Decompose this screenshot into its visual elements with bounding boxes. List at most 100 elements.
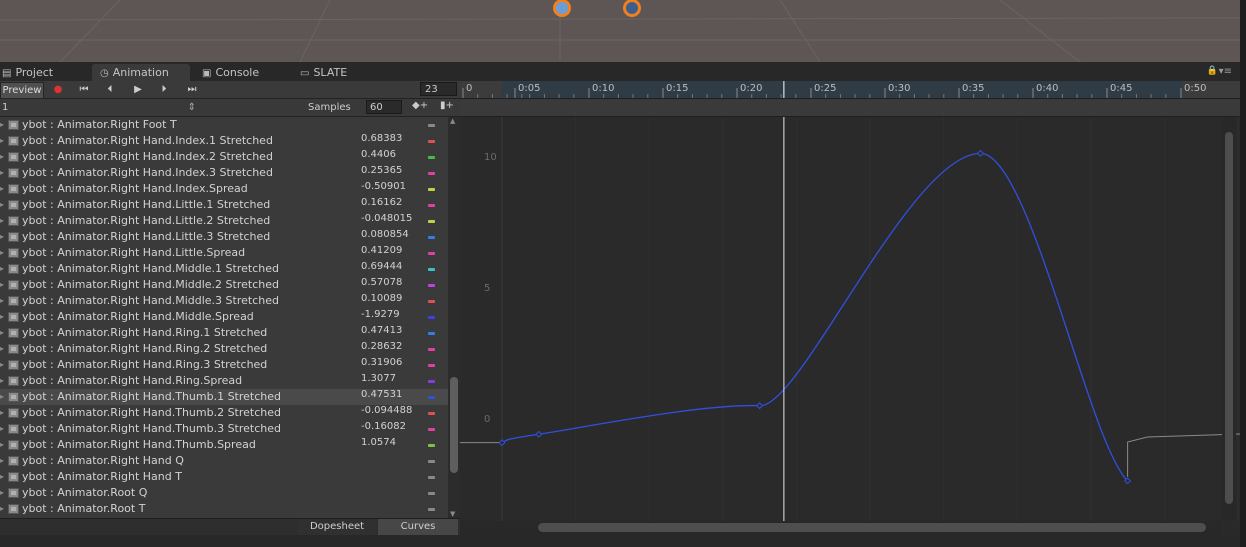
curve-color-swatch[interactable] — [428, 396, 435, 399]
property-value[interactable]: 0.080854 — [361, 227, 409, 243]
foldout-arrow-icon[interactable]: ▸ — [0, 277, 4, 293]
scrollbar-thumb[interactable] — [450, 377, 458, 473]
property-value[interactable]: 0.16162 — [361, 195, 402, 211]
property-value[interactable]: 0.69444 — [361, 259, 402, 275]
curve-color-swatch[interactable] — [428, 364, 435, 367]
foldout-arrow-icon[interactable]: ▸ — [0, 389, 4, 405]
foldout-arrow-icon[interactable]: ▸ — [0, 485, 4, 501]
foldout-arrow-icon[interactable]: ▸ — [0, 165, 4, 181]
property-row[interactable]: ▸ ybot : Animator.Right Hand Q — [0, 453, 448, 469]
tab-animation[interactable]: ◷ Animation — [92, 64, 190, 81]
curve-color-swatch[interactable] — [428, 188, 435, 191]
property-value[interactable]: 0.41209 — [361, 243, 402, 259]
menu-icon[interactable]: ▾≡ — [1219, 66, 1232, 77]
property-value[interactable]: 0.10089 — [361, 291, 402, 307]
curve-color-swatch[interactable] — [428, 332, 435, 335]
foldout-arrow-icon[interactable]: ▸ — [0, 437, 4, 453]
property-value[interactable]: 1.3077 — [361, 371, 396, 387]
scrollbar-thumb[interactable] — [538, 523, 1206, 532]
foldout-arrow-icon[interactable]: ▸ — [0, 309, 4, 325]
curve-color-swatch[interactable] — [428, 220, 435, 223]
tab-slate[interactable]: ▭ SLATE — [300, 64, 370, 81]
curve-color-swatch[interactable] — [428, 172, 435, 175]
keyframe[interactable] — [535, 430, 543, 438]
curves-button[interactable]: Curves — [378, 519, 458, 535]
previous-key-icon[interactable]: ⏴ — [98, 82, 122, 97]
foldout-arrow-icon[interactable]: ▸ — [0, 341, 4, 357]
keyframe[interactable] — [976, 149, 984, 157]
curve-color-swatch[interactable] — [428, 444, 435, 447]
curve-editor[interactable]: 10 5 0 — [460, 117, 1240, 535]
property-value[interactable]: -0.048015 — [361, 211, 412, 227]
preview-button[interactable]: Preview — [0, 82, 44, 99]
clip-dropdown[interactable]: 1 ⇕ — [2, 100, 198, 115]
keyframe[interactable] — [498, 439, 506, 447]
foldout-arrow-icon[interactable]: ▸ — [0, 133, 4, 149]
foldout-arrow-icon[interactable]: ▸ — [0, 261, 4, 277]
foldout-arrow-icon[interactable]: ▸ — [0, 149, 4, 165]
last-key-icon[interactable]: ⏭ — [180, 82, 204, 97]
foldout-arrow-icon[interactable]: ▸ — [0, 469, 4, 485]
property-value[interactable]: 0.25365 — [361, 163, 402, 179]
foldout-arrow-icon[interactable]: ▸ — [0, 453, 4, 469]
keyframe[interactable] — [756, 402, 764, 410]
foldout-arrow-icon[interactable]: ▸ — [0, 405, 4, 421]
foldout-arrow-icon[interactable]: ▸ — [0, 197, 4, 213]
tab-project[interactable]: ▤ Project — [2, 64, 88, 81]
property-value[interactable]: 1.0574 — [361, 435, 396, 451]
curve-color-swatch[interactable] — [428, 348, 435, 351]
curve-color-swatch[interactable] — [428, 268, 435, 271]
foldout-arrow-icon[interactable]: ▸ — [0, 325, 4, 341]
property-value[interactable]: 0.47413 — [361, 323, 402, 339]
foldout-arrow-icon[interactable]: ▸ — [0, 293, 4, 309]
foldout-arrow-icon[interactable]: ▸ — [0, 421, 4, 437]
curve-color-swatch[interactable] — [428, 300, 435, 303]
foldout-arrow-icon[interactable]: ▸ — [0, 181, 4, 197]
foldout-arrow-icon[interactable]: ▸ — [0, 245, 4, 261]
frame-field[interactable]: 23 — [420, 82, 457, 96]
foldout-arrow-icon[interactable]: ▸ — [0, 501, 4, 517]
property-list-scrollbar[interactable]: ▲ ▼ — [448, 117, 460, 518]
property-value[interactable]: 0.47531 — [361, 387, 402, 403]
curve-color-swatch[interactable] — [428, 124, 435, 127]
property-value[interactable]: 0.28632 — [361, 339, 402, 355]
play-icon[interactable]: ▶ — [126, 82, 150, 97]
samples-field[interactable]: 60 — [366, 100, 402, 114]
property-value[interactable]: -1.9279 — [361, 307, 400, 323]
property-value[interactable]: -0.16082 — [361, 419, 406, 435]
curve-vertical-scrollbar[interactable] — [1222, 117, 1236, 521]
curve-color-swatch[interactable] — [428, 252, 435, 255]
property-value[interactable]: -0.50901 — [361, 179, 406, 195]
property-row[interactable]: ▸ ybot : Animator.Right Hand.Thumb.Spread… — [0, 437, 448, 453]
event-row[interactable] — [460, 99, 1240, 117]
dopesheet-button[interactable]: Dopesheet — [298, 519, 376, 535]
curve-color-swatch[interactable] — [428, 284, 435, 287]
add-keyframe-icon[interactable]: ◆+ — [412, 100, 428, 111]
property-row[interactable]: ▸ ybot : Animator.Root Q — [0, 485, 448, 501]
foldout-arrow-icon[interactable]: ▸ — [0, 213, 4, 229]
scrollbar-thumb[interactable] — [1225, 132, 1233, 504]
animation-curve[interactable] — [501, 152, 1129, 482]
timeline-ruler[interactable]: 0 0:05 0:10 0:15 0:20 0:25 0:30 0:35 0:40 0:45 0:5… — [460, 81, 1240, 99]
foldout-arrow-icon[interactable]: ▸ — [0, 117, 4, 133]
curve-color-swatch[interactable] — [428, 492, 435, 495]
curve-color-swatch[interactable] — [428, 380, 435, 383]
curve-color-swatch[interactable] — [428, 156, 435, 159]
property-row[interactable]: ▸ ybot : Animator.Root T — [0, 501, 448, 517]
curve-color-swatch[interactable] — [428, 428, 435, 431]
scroll-up-icon[interactable]: ▲ — [450, 117, 455, 125]
scene-view[interactable] — [0, 0, 1240, 62]
property-value[interactable]: 0.68383 — [361, 131, 402, 147]
curve-color-swatch[interactable] — [428, 460, 435, 463]
next-key-icon[interactable]: ⏵ — [152, 82, 176, 97]
lock-icon[interactable]: 🔒 — [1207, 66, 1218, 76]
property-value[interactable]: -0.094488 — [361, 403, 412, 419]
curve-color-swatch[interactable] — [428, 476, 435, 479]
scroll-down-icon[interactable]: ▼ — [450, 510, 455, 518]
property-value[interactable]: 0.4406 — [361, 147, 396, 163]
curve-color-swatch[interactable] — [428, 316, 435, 319]
curve-color-swatch[interactable] — [428, 508, 435, 511]
add-event-icon[interactable]: ▮+ — [440, 100, 454, 111]
timeline-scrollbar[interactable] — [460, 521, 1222, 535]
foldout-arrow-icon[interactable]: ▸ — [0, 357, 4, 373]
